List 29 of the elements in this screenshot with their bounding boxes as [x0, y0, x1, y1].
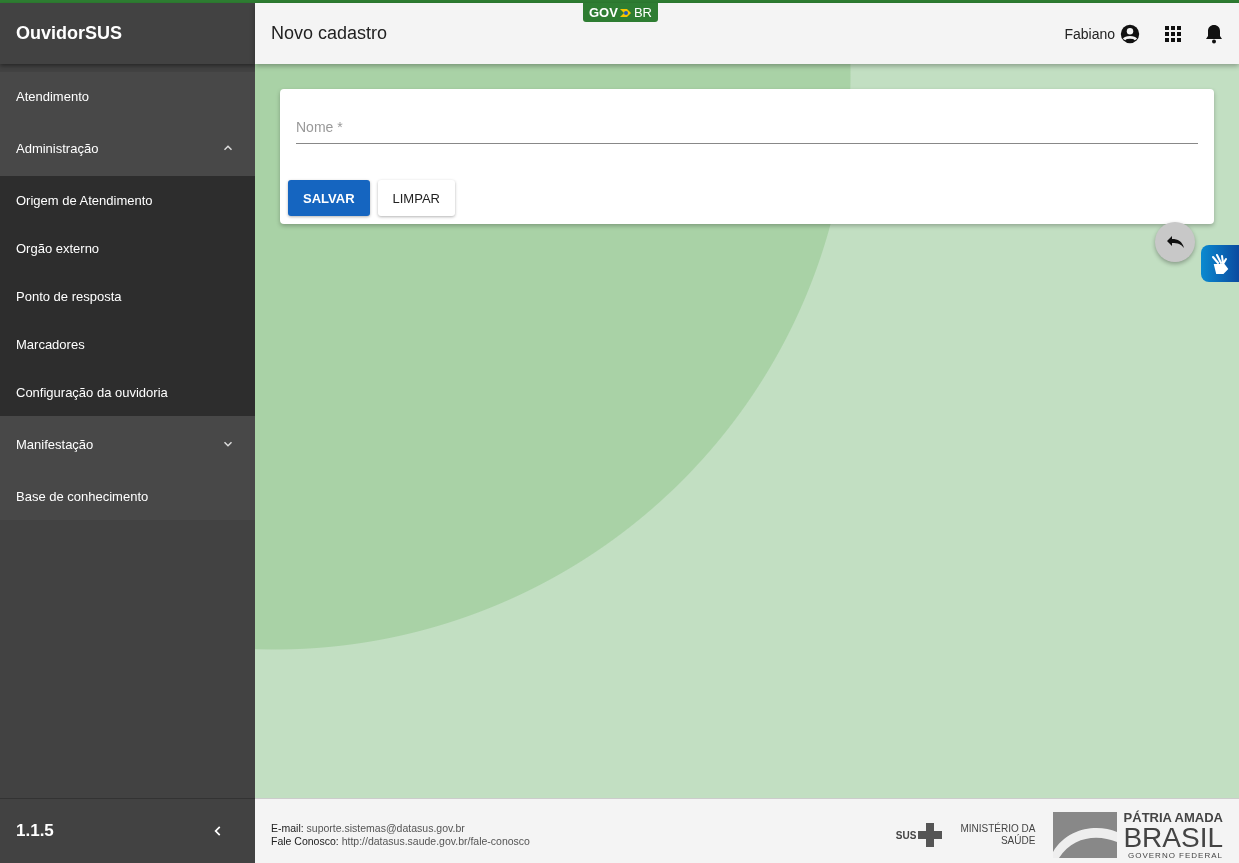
sidebar-item[interactable]: Administração — [0, 120, 255, 176]
app-title: OuvidorSUS — [0, 3, 255, 64]
page-title: Novo cadastro — [271, 23, 389, 44]
version-label: 1.1.5 — [16, 821, 54, 841]
ministry-text: MINISTÉRIO DA SAÚDE — [960, 823, 1036, 847]
sidebar-subitem[interactable]: Ponto de resposta — [0, 272, 255, 320]
clear-button[interactable]: LIMPAR — [377, 180, 455, 216]
sidebar-item[interactable]: Atendimento — [0, 72, 255, 120]
undo-icon — [1165, 235, 1185, 249]
contact-line: Fale Conosco: http://datasus.saude.gov.br/fale-conosco — [271, 835, 531, 848]
user-name[interactable]: Fabiano — [1064, 25, 1115, 42]
bell-icon[interactable] — [1205, 23, 1223, 44]
save-button[interactable]: SALVAR — [288, 180, 370, 216]
contact-line: E-mail: suporte.sistemas@datasus.gov.br — [271, 822, 466, 835]
brand-text: PÁTRIA AMADA BRASIL GOVERNO FEDERAL — [1123, 810, 1223, 860]
sidebar-subitem[interactable]: Marcadores — [0, 320, 255, 368]
sidebar-subitem[interactable]: Origem de Atendimento — [0, 176, 255, 224]
cross-icon — [918, 823, 943, 847]
account-icon[interactable] — [1119, 22, 1141, 45]
apps-grid-icon[interactable] — [1165, 25, 1181, 42]
hands-icon — [1209, 252, 1231, 275]
sidebar-subitem[interactable]: Configuração da ouvidoria — [0, 368, 255, 416]
sign-language-button[interactable] — [1201, 245, 1239, 282]
sidebar-item[interactable]: Base de conhecimento — [0, 472, 255, 520]
sidebar-subitem[interactable]: Orgão externo — [0, 224, 255, 272]
sidebar-item[interactable]: Manifestação — [0, 416, 255, 472]
government-logo-icon — [1053, 812, 1118, 858]
sus-logo-text: SUS — [895, 829, 917, 841]
gov-br-logo[interactable]: GOV BR — [583, 3, 658, 22]
